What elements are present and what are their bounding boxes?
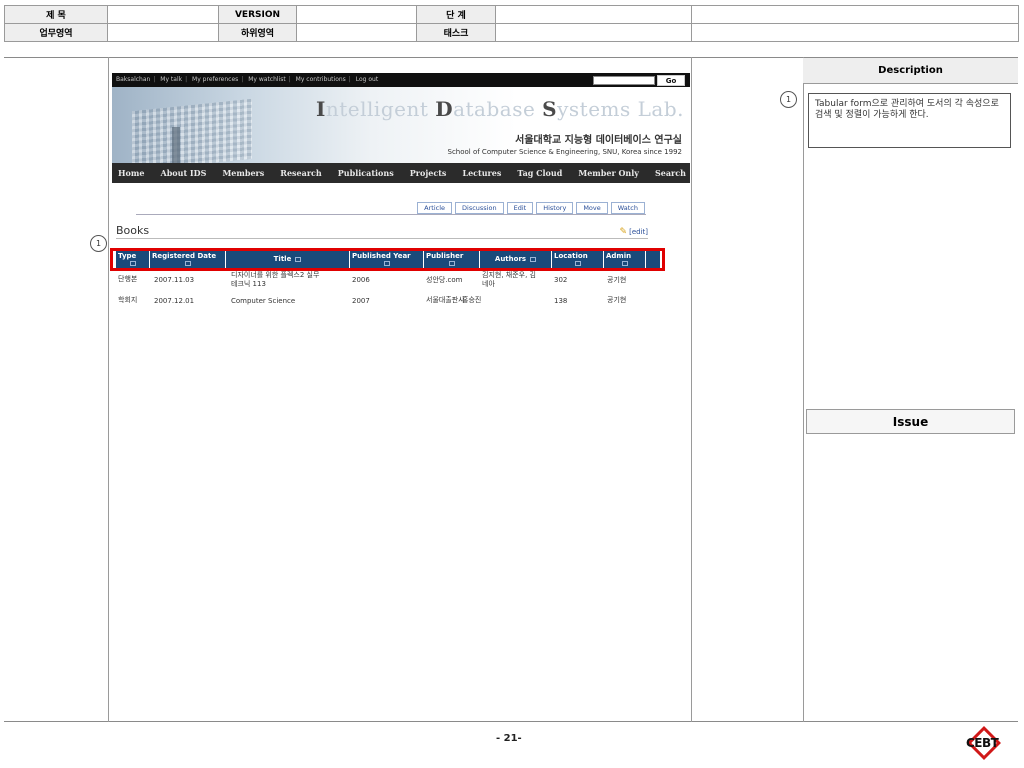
main-nav: Home About IDS Members Research Publicat… (112, 163, 690, 183)
cell-authors: 김지현, 채준우, 김 네아 (482, 271, 536, 288)
search-input[interactable] (593, 76, 655, 85)
building-image (132, 98, 252, 163)
title-divider (116, 238, 648, 239)
lab-english-subtitle: School of Computer Science & Engineering… (447, 148, 683, 156)
document-info-table: 제 목 VERSION 단 계 업무영역 하위영역 태스크 (4, 5, 1019, 42)
nav-tag-cloud[interactable]: Tag Cloud (517, 168, 562, 178)
business-area-value (107, 23, 219, 42)
frame-bottom-border (4, 721, 1018, 722)
cell-admin: 공기현 (607, 276, 627, 284)
user-link-my-watchlist[interactable]: My watchlist (248, 76, 286, 83)
site-banner: Intelligent Database Systems Lab. 서울대학교 … (112, 87, 690, 163)
cell-registered-date: 2007.12.01 (154, 297, 195, 305)
cell-publisher: 성안당.com (426, 276, 463, 284)
title-label: 제 목 (4, 5, 108, 24)
nav-lectures[interactable]: Lectures (462, 168, 501, 178)
cell-location: 138 (554, 297, 568, 305)
cell-title: 디자이너를 위한 플렉스2 실무 테크닉 113 (231, 271, 320, 288)
table-row[interactable]: 학회지 2007.12.01 Computer Science 2007 서울대… (116, 296, 646, 314)
title-value (107, 5, 219, 24)
stage-label: 단 계 (416, 5, 496, 24)
tab-article[interactable]: Article (417, 202, 453, 214)
task-value (495, 23, 692, 42)
tabs-divider (136, 214, 646, 215)
callout-marker: 1 (780, 91, 797, 108)
tab-watch[interactable]: Watch (610, 202, 645, 214)
tab-discussion[interactable]: Discussion (455, 202, 504, 214)
cell-publisher: 서울대출판사 (426, 296, 465, 304)
cell-published-year: 2006 (352, 276, 370, 284)
description-text: Tabular form으로 관리하여 도서의 각 속성으로 검색 및 정렬이 … (808, 93, 1011, 148)
stage-value (495, 5, 692, 24)
cell-published-year: 2007 (352, 297, 370, 305)
nav-publications[interactable]: Publications (338, 168, 394, 178)
extra-cell (691, 5, 1019, 24)
cell-title: Computer Science (231, 297, 296, 305)
tab-history[interactable]: History (536, 202, 574, 214)
frame-divider (803, 57, 804, 722)
cell-location: 302 (554, 276, 568, 284)
tab-move[interactable]: Move (576, 202, 608, 214)
business-area-label: 업무영역 (4, 23, 108, 42)
nav-projects[interactable]: Projects (410, 168, 447, 178)
sub-area-value (296, 23, 417, 42)
edit-link[interactable]: ✎ [edit] (620, 227, 648, 237)
version-value (296, 5, 417, 24)
sub-area-label: 하위영역 (218, 23, 297, 42)
pencil-icon: ✎ (619, 227, 628, 237)
cell-type: 학회지 (118, 296, 138, 304)
cell-authors: 홍승진 (462, 296, 482, 304)
header-highlight-box (110, 248, 665, 271)
issue-header: Issue (806, 409, 1015, 434)
frame-divider (108, 57, 109, 722)
nav-search[interactable]: Search (655, 168, 686, 178)
version-label: VERSION (218, 5, 297, 24)
logo-text: CEBT (966, 736, 999, 750)
cebt-logo: CEBT (962, 726, 1008, 762)
user-toolbar: Baksalchan | My talk | My preferences | My … (112, 73, 690, 87)
user-link-my-preferences[interactable]: My preferences (192, 76, 238, 83)
tab-edit[interactable]: Edit (506, 202, 534, 214)
page-number: - 21- (496, 733, 522, 744)
user-links: Baksalchan | My talk | My preferences | My … (116, 76, 379, 83)
nav-research[interactable]: Research (280, 168, 321, 178)
website-screenshot: Baksalchan | My talk | My preferences | My … (112, 73, 690, 313)
callout-marker: 1 (90, 235, 107, 252)
cell-admin: 공기현 (607, 296, 627, 304)
user-link-my-contributions[interactable]: My contributions (296, 76, 346, 83)
page-title: Books (116, 224, 150, 237)
nav-about-ids[interactable]: About IDS (161, 168, 207, 178)
nav-members[interactable]: Members (222, 168, 264, 178)
user-link-log-out[interactable]: Log out (356, 76, 378, 83)
nav-home[interactable]: Home (118, 168, 144, 178)
user-link-my-talk[interactable]: My talk (160, 76, 182, 83)
cell-registered-date: 2007.11.03 (154, 276, 195, 284)
go-button[interactable]: Go (657, 75, 685, 86)
building-image (172, 127, 180, 163)
user-link-username[interactable]: Baksalchan (116, 76, 150, 83)
extra-cell (691, 23, 1019, 42)
nav-member-only[interactable]: Member Only (578, 168, 639, 178)
lab-korean-name: 서울대학교 지능형 데이터베이스 연구실 (515, 135, 682, 146)
table-row[interactable]: 단행본 2007.11.03 디자이너를 위한 플렉스2 실무 테크닉 113 2… (116, 271, 646, 289)
lab-title: Intelligent Database Systems Lab. (316, 97, 684, 121)
frame-divider (691, 57, 692, 722)
cell-type: 단행본 (118, 275, 138, 283)
page-tabs: Article Discussion Edit History Move Wat… (417, 202, 645, 214)
task-label: 태스크 (416, 23, 496, 42)
description-header: Description (803, 58, 1018, 84)
